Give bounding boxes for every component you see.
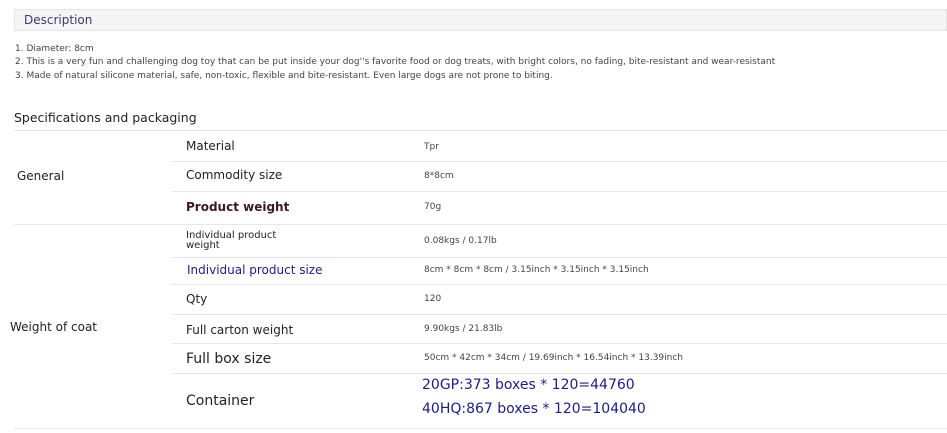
table-divider bbox=[14, 224, 947, 225]
group-label-weight-of-coat: Weight of coat bbox=[10, 320, 97, 334]
spec-attr-individual-product-weight: Individual product weight bbox=[186, 230, 277, 251]
specs-title: Specifications and packaging bbox=[14, 110, 197, 125]
description-item: 1. Diameter: 8cm bbox=[15, 44, 94, 54]
spec-attr-product-weight: Product weight bbox=[186, 200, 290, 214]
spec-attr-qty: Qty bbox=[186, 292, 208, 306]
table-divider bbox=[172, 343, 947, 344]
table-divider bbox=[172, 161, 947, 162]
spec-value-material: Tpr bbox=[424, 142, 439, 152]
group-label-general: General bbox=[17, 169, 65, 183]
spec-attr-individual-product-size: Individual product size bbox=[187, 263, 323, 277]
spec-attr-commodity-size: Commodity size bbox=[186, 168, 283, 182]
spec-attr-full-box-size: Full box size bbox=[186, 351, 272, 367]
spec-attr-container: Container bbox=[186, 393, 255, 409]
spec-value-full-box-size: 50cm * 42cm * 34cm / 19.69inch * 16.54in… bbox=[424, 353, 684, 363]
table-divider bbox=[14, 130, 947, 131]
spec-value-qty: 120 bbox=[424, 294, 442, 304]
specs-table: General Material Tpr Commodity size 8*8c… bbox=[10, 130, 947, 430]
description-item: 2. This is a very fun and challenging do… bbox=[15, 57, 776, 68]
spec-value-container-20gp: 20GP:373 boxes * 120=44760 bbox=[422, 377, 635, 393]
table-divider bbox=[172, 257, 947, 258]
table-divider bbox=[172, 314, 947, 315]
description-header: Description bbox=[14, 9, 947, 31]
spec-value-individual-product-weight: 0.08kgs / 0.17lb bbox=[424, 236, 497, 246]
description-list: 1. Diameter: 8cm 2. This is a very fun a… bbox=[15, 43, 775, 83]
spec-value-container-40hq: 40HQ:867 boxes * 120=104040 bbox=[422, 401, 646, 417]
table-divider bbox=[172, 373, 947, 374]
table-divider bbox=[172, 284, 947, 285]
description-item: 3. Made of natural silicone material, sa… bbox=[15, 70, 553, 81]
table-divider bbox=[14, 428, 947, 429]
spec-value-commodity-size: 8*8cm bbox=[424, 171, 454, 181]
spec-value-individual-product-size: 8cm * 8cm * 8cm / 3.15inch * 3.15inch * … bbox=[424, 265, 649, 275]
description-title: Description bbox=[24, 13, 93, 27]
spec-value-full-carton-weight: 9.90kgs / 21.83lb bbox=[424, 324, 503, 334]
table-divider bbox=[172, 191, 947, 192]
spec-value-product-weight: 70g bbox=[424, 202, 442, 212]
spec-attr-full-carton-weight: Full carton weight bbox=[186, 323, 294, 337]
spec-attr-material: Material bbox=[186, 139, 235, 153]
